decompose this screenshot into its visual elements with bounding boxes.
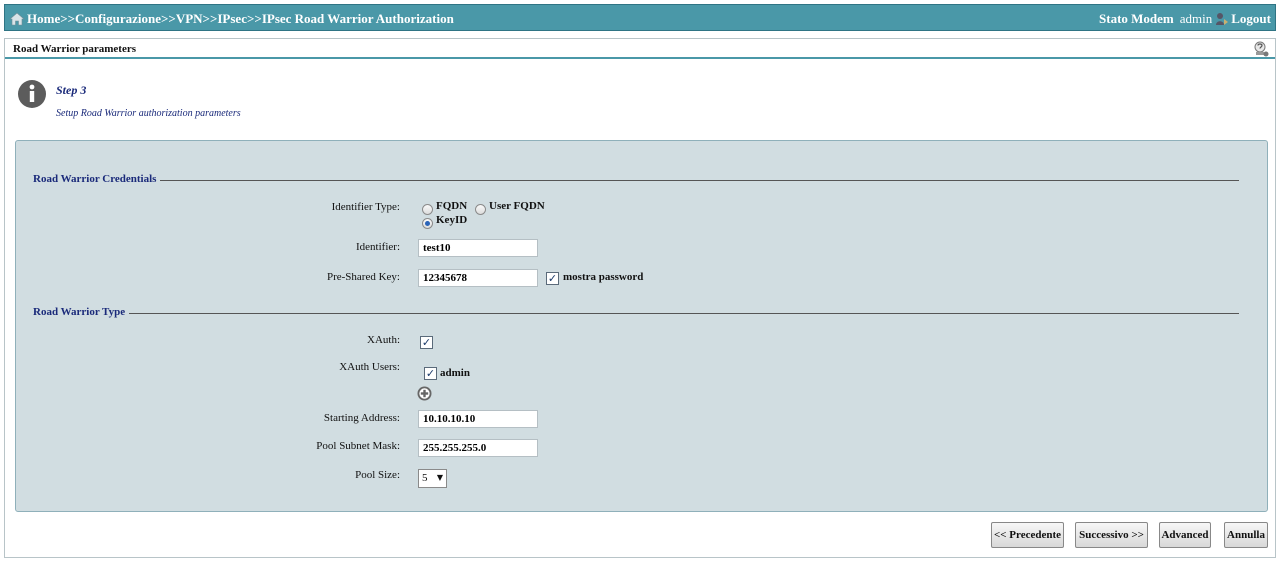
cancel-button[interactable]: Annulla <box>1224 522 1268 548</box>
credentials-divider <box>33 180 1239 181</box>
home-icon <box>9 12 25 26</box>
xauth-user-admin-checkbox[interactable]: ✓ <box>424 367 437 380</box>
breadcrumb-separator: >> <box>202 11 218 26</box>
step-description: Setup Road Warrior authorization paramet… <box>56 108 241 119</box>
breadcrumb-separator: >> <box>246 11 262 26</box>
next-button[interactable]: Successivo >> <box>1075 522 1148 548</box>
credentials-legend: Road Warrior Credentials <box>33 173 161 185</box>
stato-modem-link[interactable]: Stato Modem <box>1099 11 1174 27</box>
panel-header: Road Warrior parameters <box>5 39 1275 59</box>
username: admin <box>1179 11 1213 26</box>
prev-button[interactable]: << Precedente <box>991 522 1064 548</box>
starting-address-input[interactable] <box>418 410 538 428</box>
road-warrior-panel: Road Warrior parameters Step 3 Setup Roa… <box>4 38 1276 558</box>
advanced-button[interactable]: Advanced <box>1159 522 1211 548</box>
logout-link[interactable]: Logout <box>1231 11 1271 27</box>
breadcrumb-separator: >> <box>161 11 176 26</box>
pool-mask-input[interactable] <box>418 439 538 457</box>
breadcrumb: Home >> Configurazione >> VPN >> IPsec >… <box>9 11 454 27</box>
breadcrumb-configurazione[interactable]: Configurazione <box>75 11 161 27</box>
xauth-user-admin-label: admin <box>440 367 470 379</box>
identifier-label: Identifier: <box>356 241 400 253</box>
radio-user-fqdn-label: User FQDN <box>489 200 545 212</box>
radio-keyid[interactable] <box>422 218 433 229</box>
info-icon <box>18 80 46 108</box>
radio-fqdn-label: FQDN <box>436 200 468 212</box>
radio-fqdn[interactable] <box>422 204 433 215</box>
add-user-icon[interactable] <box>417 386 432 401</box>
type-legend: Road Warrior Type <box>33 306 130 318</box>
identifier-input[interactable] <box>418 239 538 257</box>
breadcrumb-vpn[interactable]: VPN <box>176 11 203 27</box>
user-area: Stato Modem admin Logout <box>1099 11 1271 27</box>
form-box: Road Warrior Credentials Identifier Type… <box>15 140 1268 512</box>
psk-label: Pre-Shared Key: <box>326 271 400 283</box>
pool-size-select[interactable]: 5 ▼ <box>418 469 447 488</box>
identifier-type-label: Identifier Type: <box>331 201 400 213</box>
chevron-down-icon: ▼ <box>436 473 443 482</box>
xauth-users-label: XAuth Users: <box>339 361 400 373</box>
psk-input[interactable] <box>418 269 538 287</box>
panel-title: Road Warrior parameters <box>13 43 137 55</box>
pool-mask-label: Pool Subnet Mask: <box>316 440 400 452</box>
breadcrumb-current-page: IPsec Road Warrior Authorization <box>261 11 454 26</box>
pool-size-value: 5 <box>422 472 428 484</box>
radio-user-fqdn[interactable] <box>475 204 486 215</box>
radio-keyid-label: KeyID <box>436 214 468 226</box>
help-tool-icon[interactable] <box>1253 41 1269 57</box>
breadcrumb-home[interactable]: Home <box>27 11 60 27</box>
breadcrumb-separator: >> <box>60 11 76 26</box>
type-divider <box>33 313 1239 314</box>
show-password-label: mostra password <box>563 271 644 283</box>
breadcrumb-ipsec[interactable]: IPsec <box>217 11 247 27</box>
xauth-label: XAuth: <box>367 334 400 346</box>
logout-icon[interactable] <box>1215 12 1229 26</box>
xauth-checkbox[interactable]: ✓ <box>420 336 433 349</box>
pool-size-label: Pool Size: <box>355 469 400 481</box>
top-bar: Home >> Configurazione >> VPN >> IPsec >… <box>4 4 1276 31</box>
starting-address-label: Starting Address: <box>323 412 400 424</box>
show-password-checkbox[interactable]: ✓ <box>546 272 559 285</box>
step-title: Step 3 <box>56 83 87 97</box>
